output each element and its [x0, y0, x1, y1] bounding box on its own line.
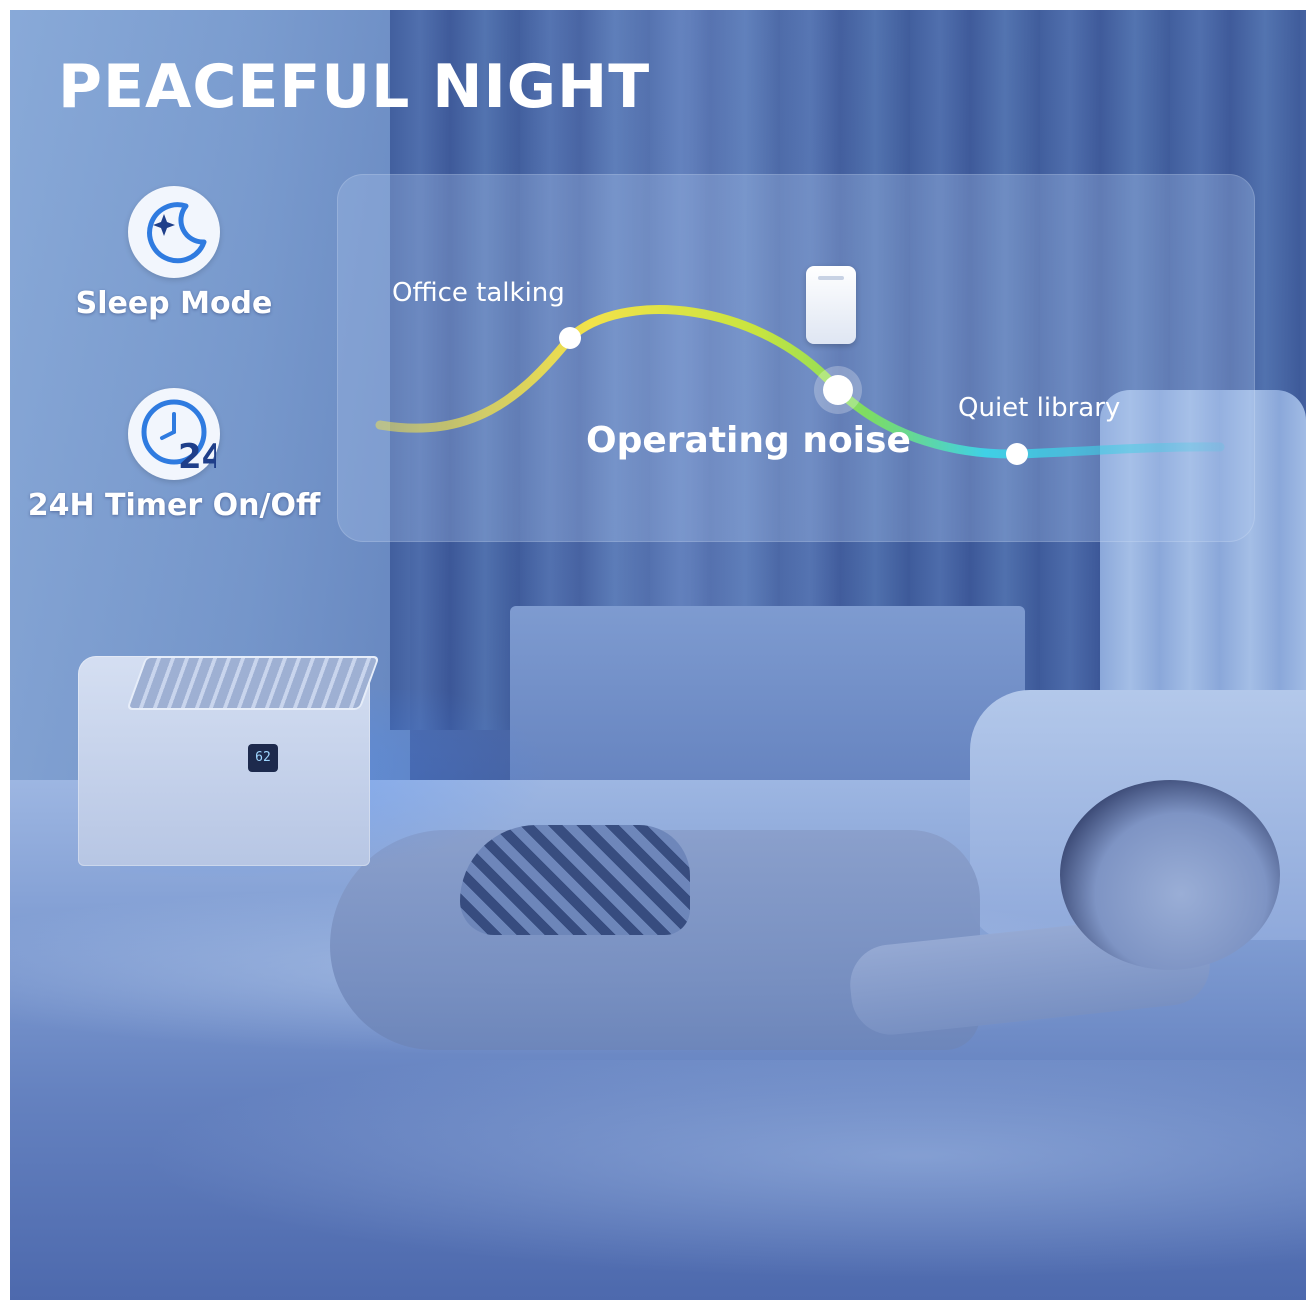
dehumidifier-thumbnail	[806, 266, 856, 344]
bed-fold	[10, 1060, 1306, 1300]
quiet-library-label: Quiet library	[958, 393, 1121, 423]
dehumidifier-lid	[126, 656, 380, 710]
clock-24-icon: 24	[128, 388, 220, 480]
timer-icon-number: 24	[178, 437, 216, 476]
noise-comparison-panel	[337, 174, 1255, 542]
operating-noise-label: Operating noise	[586, 420, 911, 461]
sleeping-person-head	[1060, 780, 1280, 970]
feature-timer: 24 24H Timer On/Off	[14, 388, 334, 523]
dehumidifier-display: 62	[248, 744, 278, 772]
feature-label: 24H Timer On/Off	[27, 488, 321, 523]
headline: PEACEFUL NIGHT	[58, 52, 651, 122]
feature-sleep-mode: Sleep Mode	[14, 186, 334, 321]
moon-star-icon	[128, 186, 220, 278]
office-talking-label: Office talking	[392, 278, 565, 308]
dehumidifier: 62	[78, 656, 380, 866]
feature-label: Sleep Mode	[75, 286, 273, 321]
